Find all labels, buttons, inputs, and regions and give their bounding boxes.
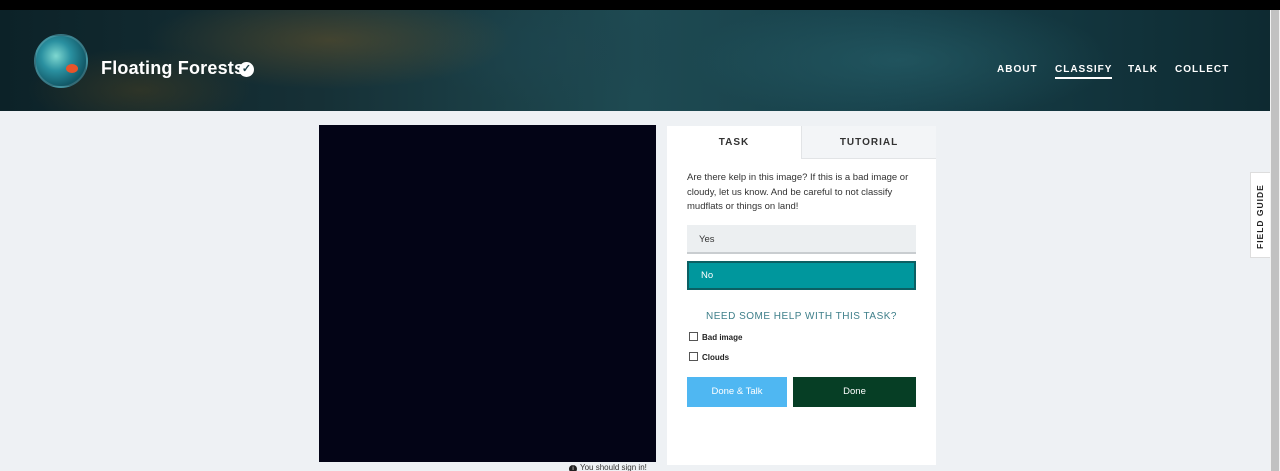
- sign-in-notice[interactable]: i You should sign in!: [569, 463, 647, 471]
- help-link[interactable]: NEED SOME HELP WITH THIS TASK?: [667, 311, 936, 322]
- page-scrollbar[interactable]: [1270, 10, 1280, 471]
- sign-in-notice-text: You should sign in!: [580, 463, 647, 471]
- field-guide-label: FIELD GUIDE: [1255, 184, 1265, 249]
- answer-no-button[interactable]: No: [687, 261, 916, 290]
- checkbox-box[interactable]: [689, 352, 698, 361]
- nav-about[interactable]: ABOUT: [997, 64, 1038, 75]
- project-header: Floating Forests ✓ ABOUT CLASSIFY TALK C…: [0, 10, 1270, 111]
- field-guide-tab[interactable]: FIELD GUIDE: [1250, 172, 1270, 258]
- task-panel: TASK TUTORIAL Are there kelp in this ima…: [667, 126, 936, 465]
- fish-icon: [66, 64, 78, 73]
- task-question: Are there kelp in this image? If this is…: [687, 172, 909, 212]
- project-title[interactable]: Floating Forests: [101, 58, 244, 79]
- nav-classify[interactable]: CLASSIFY: [1055, 64, 1113, 79]
- nav-collect[interactable]: COLLECT: [1175, 64, 1229, 75]
- scrollbar-thumb[interactable]: [1271, 10, 1279, 471]
- check-circle-icon: ✓: [239, 62, 254, 77]
- done-button[interactable]: Done: [793, 377, 916, 407]
- subject-image[interactable]: [319, 125, 656, 462]
- bad-image-label: Bad image: [702, 333, 743, 342]
- tab-task[interactable]: TASK: [667, 126, 801, 159]
- clouds-checkbox[interactable]: Clouds: [689, 352, 729, 362]
- bad-image-checkbox[interactable]: Bad image: [689, 332, 742, 342]
- project-avatar[interactable]: [34, 34, 88, 88]
- answer-yes-button[interactable]: Yes: [687, 225, 916, 254]
- nav-talk[interactable]: TALK: [1128, 64, 1158, 75]
- browser-top-strip: [0, 0, 1280, 10]
- clouds-label: Clouds: [702, 353, 730, 362]
- checkbox-box[interactable]: [689, 332, 698, 341]
- done-and-talk-button[interactable]: Done & Talk: [687, 377, 787, 407]
- info-icon: i: [569, 465, 577, 471]
- tab-tutorial[interactable]: TUTORIAL: [801, 126, 936, 159]
